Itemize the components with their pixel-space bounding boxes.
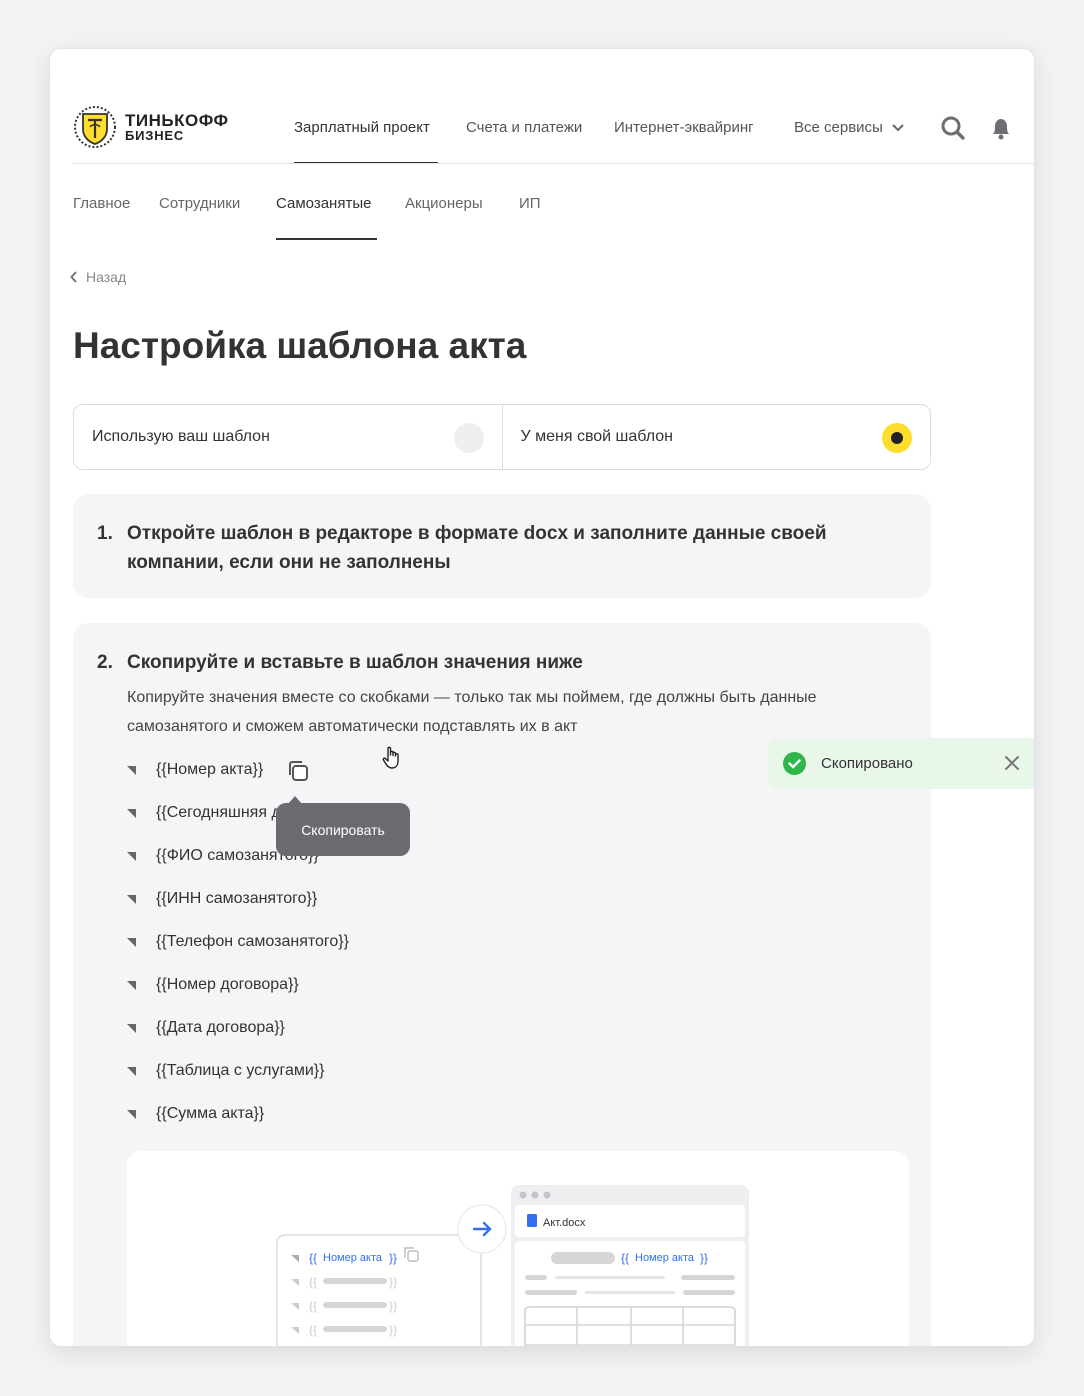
subnav-item-ip[interactable]: ИП <box>519 195 541 212</box>
radio-unselected[interactable] <box>453 423 484 453</box>
illustration-token-brace: }} <box>389 1251 397 1265</box>
option-label: У меня свой шаблон <box>520 428 673 445</box>
svg-text:{{: {{ <box>621 1251 629 1265</box>
hand-cursor-icon <box>382 746 399 769</box>
search-icon[interactable] <box>940 115 966 141</box>
svg-text:{{: {{ <box>309 1275 317 1289</box>
radio-selected[interactable] <box>882 423 912 453</box>
back-link[interactable]: Назад <box>70 269 126 285</box>
subnav-item-main[interactable]: Главное <box>73 195 130 212</box>
svg-text:{{: {{ <box>309 1299 317 1313</box>
illustration-token-brace: {{ <box>309 1251 317 1265</box>
coat-of-arms-icon <box>74 106 116 148</box>
toast-label: Скопировано <box>821 755 913 772</box>
sub-navigation: Главное Сотрудники Самозанятые Акционеры… <box>50 173 1034 241</box>
subnav-item-employees[interactable]: Сотрудники <box>159 195 240 212</box>
token-text: {{Таблица с услугами}} <box>156 1062 325 1079</box>
topnav-item-salary-project[interactable]: Зарплатный проект <box>294 119 430 136</box>
bell-icon[interactable] <box>988 115 1014 141</box>
copy-icon[interactable] <box>285 758 311 784</box>
copy-tooltip: Скопировать <box>276 796 410 856</box>
svg-text:}}: }} <box>389 1299 397 1313</box>
brand-name: ТИНЬКОФФ <box>125 110 229 130</box>
illustration: {{ Номер акта }} {{ }} {{ }} {{}} Акт.d… <box>127 1151 909 1346</box>
bullet-marker <box>127 1066 136 1076</box>
brand-subname: БИЗНЕС <box>125 127 185 143</box>
topnav-item-label: Все сервисы <box>794 119 883 136</box>
bullet-marker <box>127 1109 136 1119</box>
step-1-title: 1. Откройте шаблон в редакторе в формате… <box>97 519 887 577</box>
bullet-marker <box>127 765 136 775</box>
bullet-marker <box>127 980 136 990</box>
bullet-marker <box>127 894 136 904</box>
subnav-active-indicator <box>276 238 377 240</box>
token-text: {{Номер акта}} <box>156 761 264 778</box>
bullet-marker <box>127 851 136 861</box>
svg-text:{{: {{ <box>309 1323 317 1337</box>
token-text: {{Телефон самозанятого}} <box>156 933 349 950</box>
bullet-marker <box>127 808 136 818</box>
check-icon <box>783 752 806 775</box>
back-label: Назад <box>86 269 127 285</box>
token-item[interactable]: {{Сумма акта}} <box>127 1101 264 1127</box>
topnav-item-accounts[interactable]: Счета и платежи <box>466 119 582 136</box>
brand-logo[interactable]: ТИНЬКОФФ БИЗНЕС <box>73 105 229 149</box>
svg-text:}}: }} <box>700 1251 708 1265</box>
step-number: 2. <box>97 652 113 673</box>
token-item[interactable]: {{ИНН самозанятого}} <box>127 886 317 912</box>
token-item[interactable]: {{Таблица с услугами}} <box>127 1058 324 1084</box>
illustration-token: Номер акта <box>635 1252 695 1264</box>
option-use-your-template[interactable]: Использую ваш шаблон <box>74 405 502 469</box>
page-title: Настройка шаблона акта <box>73 325 527 366</box>
subnav-item-self-employed[interactable]: Самозанятые <box>276 195 371 212</box>
illustration-doc-name: Акт.docx <box>543 1217 586 1229</box>
token-item[interactable]: {{Номер договора}} <box>127 972 299 998</box>
svg-text:}}: }} <box>389 1275 397 1289</box>
template-switch: Использую ваш шаблон У меня свой шаблон <box>73 404 931 470</box>
subnav-item-shareholders[interactable]: Акционеры <box>405 195 483 212</box>
page-content: Назад Настройка шаблона акта Использую в… <box>50 241 1034 1346</box>
step-2-title: 2. Скопируйте и вставьте в шаблон значен… <box>97 648 887 677</box>
step-text: Откройте шаблон в редакторе в формате do… <box>127 523 827 573</box>
topnav-item-acquiring[interactable]: Интернет-эквайринг <box>614 119 754 136</box>
token-text: {{Сумма акта}} <box>156 1105 265 1122</box>
close-icon[interactable] <box>1002 753 1022 773</box>
token-text: {{Дата договора}} <box>156 1019 285 1036</box>
step-2-description: Копируйте значения вместе со скобками — … <box>127 689 817 735</box>
app-header: ТИНЬКОФФ БИЗНЕС Зарплатный проект Счета … <box>50 49 1034 240</box>
browser-window: ТИНЬКОФФ БИЗНЕС Зарплатный проект Счета … <box>49 48 1035 1347</box>
step-text: Скопируйте и вставьте в шаблон значения … <box>127 652 583 673</box>
token-text: {{ИНН самозанятого}} <box>156 890 318 907</box>
template-illustration: {{ Номер акта }} {{ }} {{ }} {{}} Акт.d… <box>276 1185 749 1346</box>
token-text: {{Номер договора}} <box>156 976 299 993</box>
chevron-left-icon <box>70 271 77 283</box>
option-own-template[interactable]: У меня свой шаблон <box>501 405 931 469</box>
bullet-marker <box>127 937 136 947</box>
copied-toast: Скопировано <box>768 738 1034 789</box>
token-item[interactable]: {{Номер акта}} <box>127 757 263 783</box>
header-divider <box>73 163 1034 164</box>
option-label: Использую ваш шаблон <box>92 428 270 445</box>
token-item[interactable]: {{Телефон самозанятого}} <box>127 929 349 955</box>
illustration-token: Номер акта <box>323 1252 383 1264</box>
step-number: 1. <box>97 523 113 544</box>
token-item[interactable]: {{Дата договора}} <box>127 1015 285 1041</box>
topnav-item-all-services[interactable]: Все сервисы <box>794 119 905 136</box>
step-1-card: 1. Откройте шаблон в редакторе в формате… <box>73 494 931 598</box>
step-2-card: 2. Скопируйте и вставьте в шаблон значен… <box>73 623 931 1346</box>
chevron-down-icon <box>892 123 904 131</box>
svg-text:}}: }} <box>389 1323 397 1337</box>
bullet-marker <box>127 1023 136 1033</box>
